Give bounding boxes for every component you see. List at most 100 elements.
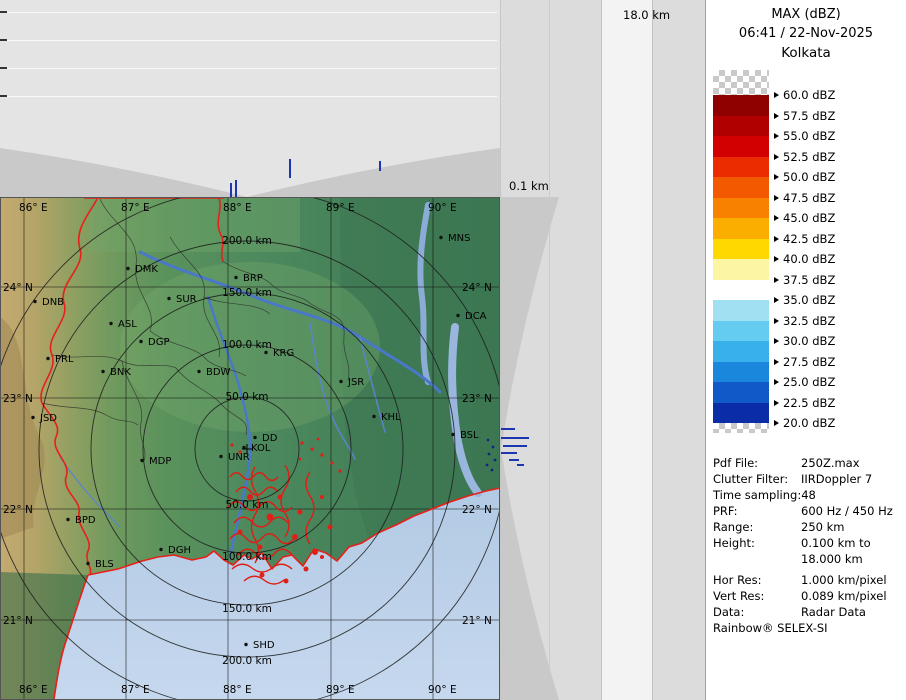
meta-label: PRF: [713,503,801,519]
colorbar-band [713,218,769,239]
city-dot [109,322,112,325]
height-min-label: 0.1 km [509,179,549,193]
colorbar-band [713,157,769,178]
meta-value: Radar Data [801,604,866,620]
beam-blocked-region [501,197,559,700]
legend-tick-arrow-icon [774,256,779,262]
city-label: BNK [110,367,131,378]
legend-tick-arrow-icon [774,236,779,242]
meta-row: Data:Radar Data [713,604,905,620]
city-label: DMK [135,264,158,275]
meta-value: 48 [801,487,816,503]
latitude-label: 22° N [462,504,492,516]
range-ring-label: 50.0 km [225,499,268,511]
legend-level-label: 35.0 dBZ [774,293,835,307]
legend-tick-arrow-icon [774,359,779,365]
range-ring-label: 200.0 km [222,235,272,247]
range-ring-label: 100.0 km [222,551,272,563]
meta-row: Pdf File:250Z.max [713,455,905,471]
city-dot [66,518,69,521]
colorbar-band [713,95,769,116]
latitude-label: 24° N [3,282,33,294]
colorbar-band [713,362,769,383]
legend-tick-arrow-icon [774,174,779,180]
city-label: BDW [206,367,231,378]
meta-row: Vert Res:0.089 km/pixel [713,588,905,604]
city-dot [264,351,267,354]
meta-row: Clutter Filter:IIRDoppler 7 [713,471,905,487]
city-label: ASL [118,319,137,330]
range-ring-label: 100.0 km [222,339,272,351]
city-dot [219,455,222,458]
height-max-label: 18.0 km [623,8,670,22]
meta-value: 250Z.max [801,455,860,471]
city-label: MNS [448,233,470,244]
legend-level-label: 60.0 dBZ [774,88,835,102]
product-title: MAX (dBZ) [706,7,906,22]
meta-label: Range: [713,519,801,535]
meta-label: Hor Res: [713,572,801,588]
legend-tick-arrow-icon [774,318,779,324]
meta-label: Time sampling: [713,487,801,503]
city-label: BPD [75,515,96,526]
software-credit: Rainbow® SELEX-SI [713,621,828,635]
longitude-label: 89° E [326,684,355,696]
city-label: JSD [39,413,57,424]
city-dot [234,276,237,279]
legend-tick-arrow-icon [774,133,779,139]
latitude-label: 23° N [3,393,33,405]
range-ring-label: 150.0 km [222,603,272,615]
city-label: BSL [460,430,479,441]
meta-row: Time sampling:48 [713,487,905,503]
longitude-label: 86° E [19,202,48,214]
meta-label: Height: [713,535,801,567]
meta-value: 1.000 km/pixel [801,572,887,588]
city-dot [46,357,49,360]
city-label: PRL [55,354,74,365]
meta-value: 600 Hz / 450 Hz [801,503,893,519]
city-label: SHD [253,640,275,651]
city-dot [456,314,459,317]
legend-level-label: 57.5 dBZ [774,109,835,123]
longitude-label: 87° E [121,684,150,696]
city-label: DGP [148,337,169,348]
legend-level-label: 45.0 dBZ [774,211,835,225]
radar-product-display: 18.0 km 0.1 km [0,0,906,700]
vertical-projection-right: 18.0 km 0.1 km [500,0,705,700]
longitude-label: 86° E [19,684,48,696]
legend-tick-arrow-icon [774,338,779,344]
legend-panel: MAX (dBZ) 06:41 / 22-Nov-2025 Kolkata Pd… [705,0,906,700]
city-dot [339,380,342,383]
meta-row: Range:250 km [713,519,905,535]
colorbar-band [713,116,769,137]
vertical-projection-top [0,0,500,197]
radar-map: DMKBRPSURDNBASLDGPPRLBNKBDWKRGJSRKHLDCAM… [0,197,500,700]
longitude-label: 88° E [223,684,252,696]
longitude-label: 87° E [121,202,150,214]
legend-level-label: 30.0 dBZ [774,334,835,348]
legend-level-label: 32.5 dBZ [774,314,835,328]
range-ring-label: 200.0 km [222,655,272,667]
colorbar [713,70,769,433]
latitude-label: 21° N [462,615,492,627]
legend-level-label: 20.0 dBZ [774,416,835,430]
legend-tick-arrow-icon [774,297,779,303]
city-dot [33,300,36,303]
city-dot [244,643,247,646]
meta-value: 0.100 km to 18.000 km [801,535,871,567]
legend-tick-arrow-icon [774,113,779,119]
longitude-label: 89° E [326,202,355,214]
height-scale-band [601,0,653,700]
legend-tick-arrow-icon [774,154,779,160]
colorbar-band [713,382,769,403]
legend-tick-arrow-icon [774,277,779,283]
colorbar-band [713,177,769,198]
city-dot [31,416,34,419]
city-label: KHL [381,412,401,423]
latitude-label: 24° N [462,282,492,294]
city-label: DNB [42,297,64,308]
colorbar-band [713,259,769,280]
city-label: DCA [465,311,487,322]
colorbar-band [713,136,769,157]
legend-tick-arrow-icon [774,92,779,98]
